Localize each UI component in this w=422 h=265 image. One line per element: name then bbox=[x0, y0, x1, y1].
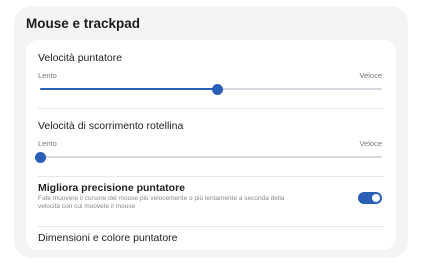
precision-description: Fate muovere il cursore del mouse più ve… bbox=[38, 195, 285, 210]
scroll-speed-label: Velocità di scorrimento rotellina bbox=[38, 120, 184, 132]
scroll-speed-thumb[interactable] bbox=[34, 151, 46, 163]
scroll-speed-row: Velocità di scorrimento rotellina Lento … bbox=[26, 110, 396, 172]
pointer-speed-thumb[interactable] bbox=[212, 83, 224, 95]
divider bbox=[38, 176, 384, 177]
divider bbox=[38, 108, 384, 109]
toggle-knob bbox=[372, 194, 380, 202]
scroll-speed-min-label: Lento bbox=[38, 139, 57, 148]
settings-card: Velocità puntatore Lento Veloce Velocità… bbox=[26, 40, 396, 250]
panel-title: Mouse e trackpad bbox=[26, 16, 141, 31]
precision-toggle[interactable] bbox=[358, 192, 382, 204]
mouse-trackpad-panel: Mouse e trackpad Velocità puntatore Lent… bbox=[14, 6, 408, 258]
precision-row[interactable]: Migliora precisione puntatore Fate muove… bbox=[26, 180, 396, 224]
pointer-speed-row: Velocità puntatore Lento Veloce bbox=[26, 40, 396, 102]
scroll-speed-max-label: Veloce bbox=[359, 139, 382, 148]
divider bbox=[38, 226, 384, 227]
precision-label: Migliora precisione puntatore bbox=[38, 182, 186, 194]
pointer-speed-slider[interactable] bbox=[40, 83, 382, 95]
pointer-speed-label: Velocità puntatore bbox=[38, 52, 123, 64]
pointer-appearance-label: Dimensioni e colore puntatore bbox=[38, 232, 178, 244]
pointer-speed-fill bbox=[40, 88, 218, 90]
pointer-speed-max-label: Veloce bbox=[359, 71, 382, 80]
scroll-speed-slider[interactable] bbox=[34, 151, 382, 163]
pointer-appearance-row[interactable]: Dimensioni e colore puntatore bbox=[26, 228, 396, 250]
pointer-speed-min-label: Lento bbox=[38, 71, 57, 80]
